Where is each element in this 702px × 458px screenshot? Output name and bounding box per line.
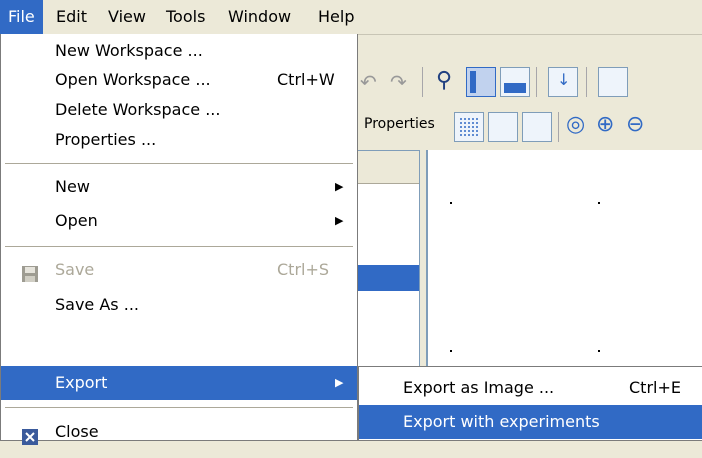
toolbar-separator bbox=[586, 67, 587, 97]
menu-item-label: Save As ... bbox=[55, 295, 139, 314]
snap-to-grid-icon[interactable] bbox=[488, 112, 518, 142]
menu-item-open-workspace[interactable]: Open Workspace ... Ctrl+W bbox=[1, 63, 357, 97]
menu-file[interactable]: File bbox=[0, 0, 43, 34]
menu-item-label: Export with experiments bbox=[403, 412, 600, 431]
menu-help[interactable]: Help bbox=[310, 0, 362, 34]
menu-item-export-as-image[interactable]: Export as Image ... Ctrl+E bbox=[359, 371, 702, 405]
grid-dot bbox=[598, 350, 600, 352]
selected-row[interactable] bbox=[351, 265, 419, 291]
menu-separator bbox=[5, 163, 353, 164]
layout-left-icon[interactable] bbox=[466, 67, 496, 97]
zoom-out-icon[interactable]: ⊖ bbox=[626, 112, 644, 137]
menu-tools[interactable]: Tools bbox=[158, 0, 213, 34]
menu-item-label: Delete Workspace ... bbox=[55, 100, 221, 119]
shortcut-label: Ctrl+S bbox=[277, 260, 330, 279]
menu-item-label: Open bbox=[55, 211, 98, 230]
undo-icon[interactable]: ↶ bbox=[360, 70, 377, 94]
menu-separator bbox=[5, 246, 353, 247]
hierarchy-icon[interactable] bbox=[598, 67, 628, 97]
zoom-in-icon[interactable]: ⊕ bbox=[596, 112, 614, 137]
properties-label[interactable]: Properties bbox=[364, 116, 435, 132]
menu-item-label: Properties ... bbox=[55, 130, 157, 149]
submenu-arrow-icon: ▶ bbox=[335, 180, 344, 193]
menu-item-close[interactable]: Close bbox=[1, 415, 357, 449]
menu-item-label: New bbox=[55, 177, 90, 196]
menu-bar: File Edit View Tools Window Help bbox=[0, 0, 702, 35]
toolbar-separator bbox=[558, 112, 559, 142]
grid-dot bbox=[450, 350, 452, 352]
file-menu: New Workspace ... Open Workspace ... Ctr… bbox=[0, 34, 358, 445]
menu-item-export-with-experiments[interactable]: Export with experiments bbox=[359, 405, 702, 439]
menu-item-properties[interactable]: Properties ... bbox=[1, 123, 357, 157]
menu-item-export[interactable]: Export ▶ bbox=[1, 366, 357, 400]
menu-item-save-as[interactable]: Save As ... bbox=[1, 288, 357, 322]
panel-header bbox=[351, 151, 419, 184]
menu-item-label: Export as Image ... bbox=[403, 378, 555, 397]
toolbar-separator bbox=[422, 67, 423, 97]
find-icon[interactable]: ⚲ bbox=[436, 68, 452, 93]
secondary-toolbar: Properties ◎ ⊕ ⊖ bbox=[350, 104, 702, 148]
menu-edit[interactable]: Edit bbox=[48, 0, 95, 34]
menu-window[interactable]: Window bbox=[220, 0, 299, 34]
grid-dot bbox=[450, 202, 452, 204]
shortcut-label: Ctrl+E bbox=[629, 378, 681, 397]
menu-view[interactable]: View bbox=[100, 0, 154, 34]
grid-dot bbox=[598, 202, 600, 204]
menu-item-label: Save bbox=[55, 260, 95, 279]
floppy-disk-icon bbox=[21, 261, 39, 282]
menu-item-open[interactable]: Open ▶ bbox=[1, 204, 357, 238]
auto-layout-icon[interactable] bbox=[522, 112, 552, 142]
menu-item-label: Export bbox=[55, 373, 108, 392]
menu-item-save[interactable]: Save Ctrl+S bbox=[1, 253, 357, 287]
submenu-arrow-icon: ▶ bbox=[335, 214, 344, 227]
menu-item-delete-workspace[interactable]: Delete Workspace ... bbox=[1, 93, 357, 127]
import-icon[interactable]: ↓ bbox=[548, 67, 578, 97]
grid-icon[interactable] bbox=[454, 112, 484, 142]
redo-icon[interactable]: ↷ bbox=[390, 70, 407, 94]
close-icon bbox=[21, 424, 39, 445]
menu-separator bbox=[5, 407, 353, 408]
menu-item-new[interactable]: New ▶ bbox=[1, 170, 357, 204]
zoom-fit-icon[interactable]: ◎ bbox=[566, 112, 585, 137]
main-toolbar: ↶ ↷ ⚲ ↓ bbox=[350, 62, 702, 102]
menu-item-label: Close bbox=[55, 422, 99, 441]
menu-item-label: Open Workspace ... bbox=[55, 70, 211, 89]
export-submenu: Export as Image ... Ctrl+E Export with e… bbox=[358, 366, 702, 441]
toolbar-separator bbox=[536, 67, 537, 97]
layout-bottom-icon[interactable] bbox=[500, 67, 530, 97]
submenu-arrow-icon: ▶ bbox=[335, 376, 344, 389]
shortcut-label: Ctrl+W bbox=[277, 70, 335, 89]
